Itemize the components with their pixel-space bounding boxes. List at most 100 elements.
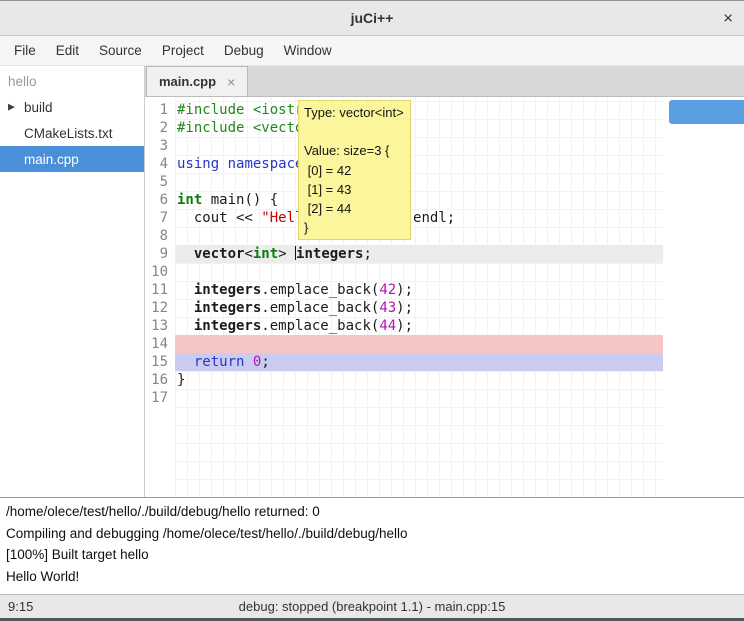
line-number: 12 bbox=[145, 299, 175, 317]
line-number: 9 bbox=[145, 245, 175, 263]
code-token: #include bbox=[177, 102, 253, 118]
code-line-16[interactable]: } bbox=[175, 371, 663, 389]
line-number: 11 bbox=[145, 281, 175, 299]
menubar: FileEditSourceProjectDebugWindow bbox=[0, 36, 744, 66]
menu-file[interactable]: File bbox=[4, 37, 46, 64]
code-token: using bbox=[177, 156, 219, 172]
code-token bbox=[244, 354, 252, 370]
code-token: } bbox=[177, 372, 185, 388]
debug-value-tooltip: Type: vector<int> Value: size=3 { [0] = … bbox=[298, 100, 411, 240]
tree-item-label: CMakeLists.txt bbox=[24, 126, 113, 141]
code-token: int bbox=[253, 246, 278, 262]
code-line-17[interactable] bbox=[175, 389, 663, 407]
code-line-9[interactable]: vector<int> integers; bbox=[175, 245, 663, 263]
tooltip-line: [1] = 43 bbox=[304, 180, 405, 199]
menu-edit[interactable]: Edit bbox=[46, 37, 89, 64]
code-token: ); bbox=[396, 300, 413, 316]
editor-pane: main.cpp × 1234567891011121314151617 #in… bbox=[145, 66, 744, 497]
tree-item-label: main.cpp bbox=[24, 152, 79, 167]
close-icon[interactable]: × bbox=[723, 10, 733, 27]
code-line-1[interactable]: #include <iostream> bbox=[175, 101, 663, 119]
menu-window[interactable]: Window bbox=[274, 37, 342, 64]
code-token: ; bbox=[363, 246, 371, 262]
code-line-4[interactable]: using namespace std; bbox=[175, 155, 663, 173]
expander-icon[interactable]: ▶ bbox=[8, 102, 15, 113]
file-tree: hello ▶ build CMakeLists.txt main.cpp bbox=[0, 66, 145, 497]
code-line-10[interactable] bbox=[175, 263, 663, 281]
line-number: 2 bbox=[145, 119, 175, 137]
app-window: juCi++ × FileEditSourceProjectDebugWindo… bbox=[0, 0, 744, 621]
code-token: .emplace_back( bbox=[261, 282, 379, 298]
main-split: hello ▶ build CMakeLists.txt main.cpp main.… bbox=[0, 66, 744, 497]
code-token: cout << bbox=[177, 210, 261, 226]
code-token: ); bbox=[396, 318, 413, 334]
code-token bbox=[177, 300, 194, 316]
code-token: > bbox=[278, 246, 295, 262]
editor-right-margin bbox=[663, 97, 744, 497]
code-line-11[interactable]: integers.emplace_back(42); bbox=[175, 281, 663, 299]
terminal-line: Hello World! bbox=[6, 566, 738, 588]
code-token: int bbox=[177, 192, 202, 208]
line-number: 5 bbox=[145, 173, 175, 191]
tabbar: main.cpp × bbox=[145, 66, 744, 97]
tooltip-line: Value: size=3 { bbox=[304, 141, 405, 160]
window-title: juCi++ bbox=[351, 10, 394, 26]
code-token: ); bbox=[396, 282, 413, 298]
code-line-5[interactable] bbox=[175, 173, 663, 191]
cursor-position: 9:15 bbox=[8, 599, 33, 614]
terminal-output[interactable]: /home/olece/test/hello/./build/debug/hel… bbox=[0, 497, 744, 594]
terminal-line: /home/olece/test/hello/./build/debug/hel… bbox=[6, 501, 738, 523]
code-token: 44 bbox=[379, 318, 396, 334]
tree-root-label: hello bbox=[0, 68, 144, 94]
tab-close-icon[interactable]: × bbox=[227, 74, 235, 90]
code-line-13[interactable]: integers.emplace_back(44); bbox=[175, 317, 663, 335]
line-number: 4 bbox=[145, 155, 175, 173]
tab-label: main.cpp bbox=[159, 74, 216, 89]
code-line-8[interactable] bbox=[175, 227, 663, 245]
code-line-6[interactable]: int main() { bbox=[175, 191, 663, 209]
scrollbar-thumb[interactable] bbox=[669, 100, 744, 124]
tooltip-line: [2] = 44 bbox=[304, 199, 405, 218]
tree-item-build[interactable]: ▶ build bbox=[0, 94, 144, 120]
tooltip-line: Type: vector<int> bbox=[304, 103, 405, 122]
terminal-line: [100%] Built target hello bbox=[6, 544, 738, 566]
code-line-12[interactable]: integers.emplace_back(43); bbox=[175, 299, 663, 317]
code-token: integers bbox=[194, 318, 261, 334]
tree-items: ▶ build CMakeLists.txt main.cpp bbox=[0, 94, 144, 172]
line-number: 3 bbox=[145, 137, 175, 155]
code-line-15[interactable]: return 0; bbox=[175, 353, 663, 371]
code-token: #include bbox=[177, 120, 253, 136]
line-number: 10 bbox=[145, 263, 175, 281]
code-area[interactable]: #include <iostream>#include <vector> usin… bbox=[175, 97, 663, 497]
line-number: 13 bbox=[145, 317, 175, 335]
code-token: namespace bbox=[228, 156, 304, 172]
menu-source[interactable]: Source bbox=[89, 37, 152, 64]
debug-status: debug: stopped (breakpoint 1.1) - main.c… bbox=[239, 599, 506, 614]
code-token: vector bbox=[194, 246, 245, 262]
tab-main-cpp[interactable]: main.cpp × bbox=[146, 66, 248, 96]
code-token: 42 bbox=[379, 282, 396, 298]
code-token bbox=[177, 246, 194, 262]
line-number: 17 bbox=[145, 389, 175, 407]
code-token: .emplace_back( bbox=[261, 300, 379, 316]
tree-item-label: build bbox=[24, 100, 53, 115]
line-number: 1 bbox=[145, 101, 175, 119]
code-line-7[interactable]: cout << "Hello World!" << endl; bbox=[175, 209, 663, 227]
titlebar: juCi++ × bbox=[0, 0, 744, 36]
menu-debug[interactable]: Debug bbox=[214, 37, 274, 64]
code-line-2[interactable]: #include <vector> bbox=[175, 119, 663, 137]
line-number: 16 bbox=[145, 371, 175, 389]
code-token: .emplace_back( bbox=[261, 318, 379, 334]
tree-item-cmakelists-txt[interactable]: CMakeLists.txt bbox=[0, 120, 144, 146]
code-line-14[interactable] bbox=[175, 335, 663, 353]
code-token: integers bbox=[296, 246, 363, 262]
tooltip-line: } bbox=[304, 218, 405, 237]
tree-item-main-cpp[interactable]: main.cpp bbox=[0, 146, 144, 172]
menu-project[interactable]: Project bbox=[152, 37, 214, 64]
code-token bbox=[177, 318, 194, 334]
code-line-3[interactable] bbox=[175, 137, 663, 155]
code-token: ; bbox=[261, 354, 269, 370]
code-token bbox=[177, 354, 194, 370]
code-token: main() { bbox=[202, 192, 278, 208]
source-editor[interactable]: 1234567891011121314151617 #include <iost… bbox=[145, 97, 744, 497]
